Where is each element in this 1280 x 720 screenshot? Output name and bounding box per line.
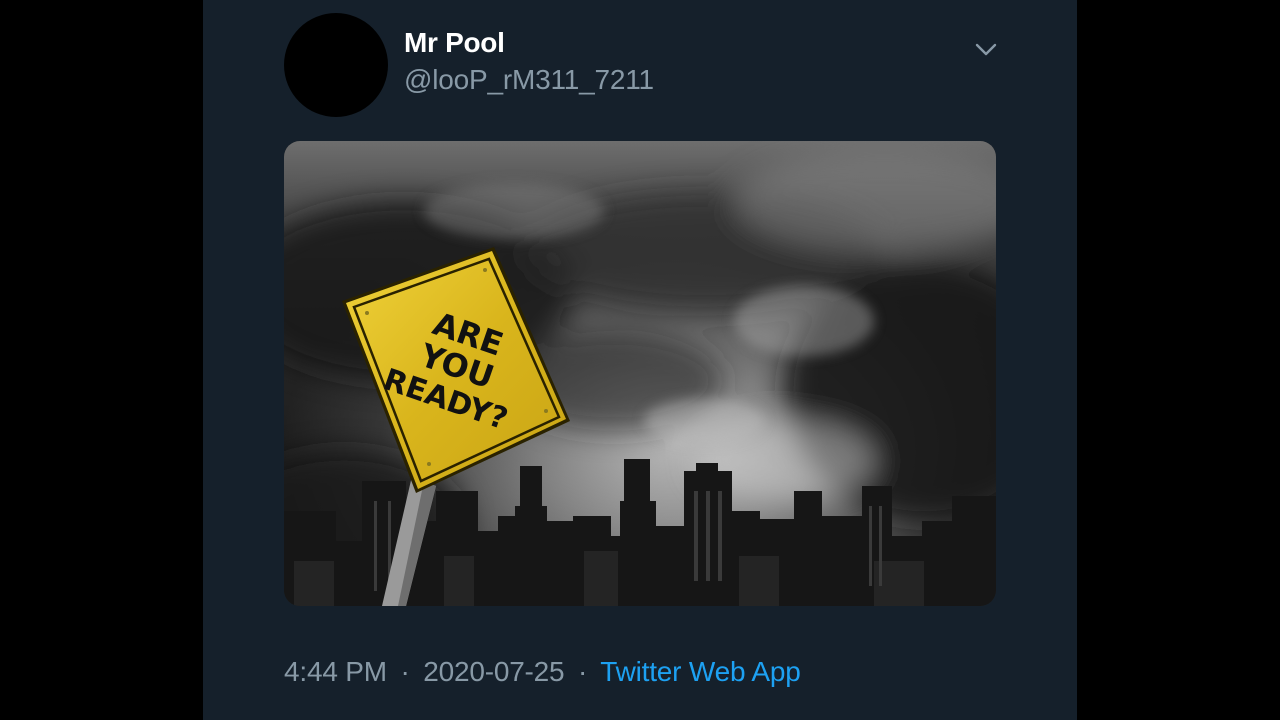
letterbox-right bbox=[1077, 0, 1280, 720]
display-name[interactable]: Mr Pool bbox=[404, 27, 505, 59]
chevron-down-icon[interactable] bbox=[973, 36, 999, 62]
meta-separator: · bbox=[578, 656, 588, 687]
tweet-image[interactable]: ARE YOU READY? bbox=[284, 141, 996, 606]
tweet-card: Mr Pool @looP_rM311_7211 ARE YOU READY? … bbox=[203, 0, 1077, 720]
tweet-date[interactable]: 2020-07-25 bbox=[423, 656, 564, 687]
user-handle[interactable]: @looP_rM311_7211 bbox=[404, 64, 654, 96]
stormy-skyline-illustration: ARE YOU READY? bbox=[284, 141, 996, 606]
tweet-source-link[interactable]: Twitter Web App bbox=[600, 656, 801, 687]
letterbox-left bbox=[0, 0, 203, 720]
tweet-meta: 4:44 PM · 2020-07-25 · Twitter Web App bbox=[284, 656, 801, 688]
meta-separator: · bbox=[400, 656, 410, 687]
avatar[interactable] bbox=[284, 13, 388, 117]
tweet-time[interactable]: 4:44 PM bbox=[284, 656, 387, 687]
